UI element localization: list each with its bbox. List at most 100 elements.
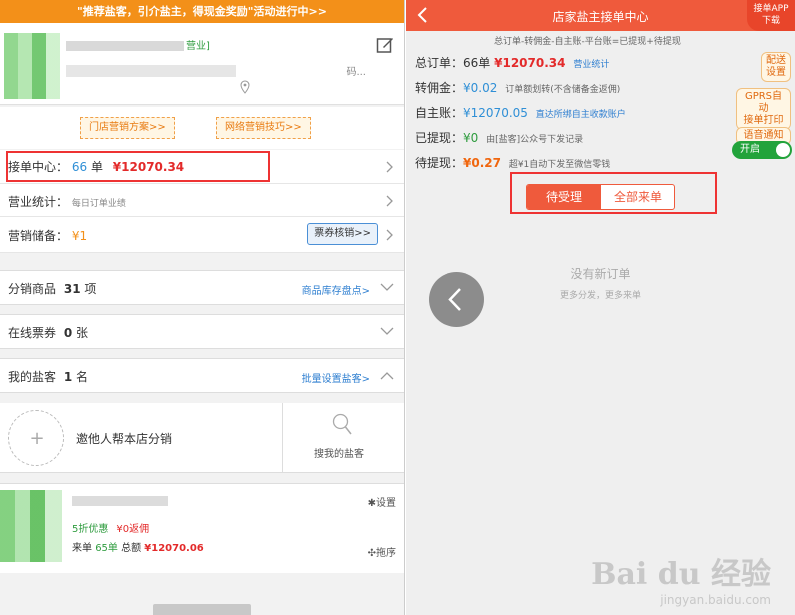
btn-line: 接单打印 [743,115,784,126]
section-label: 我的盐客 [8,370,57,384]
marketing-reserve-row[interactable]: 营销储备： ¥1 票券核销>> [0,217,404,253]
rebate-text: ¥0返佣 [116,524,150,535]
marketing-reserve-value: ¥1 [71,229,88,243]
my-customers-section[interactable]: 我的盐客 1 名 批量设置盐客> [0,358,404,393]
invite-text: 邀他人帮本店分销 [76,432,173,446]
store-address-redacted [66,65,236,77]
stat-amount: ¥12070.34 [494,56,566,70]
chevron-right-icon [386,161,393,173]
chevron-down-icon[interactable] [380,283,394,292]
toggle-label: 开启 [740,144,760,155]
stat-label: 自主账： [415,106,464,120]
edit-icon[interactable] [376,36,394,54]
stat-label: 总订单： [415,56,464,70]
chevron-right-icon [386,195,393,207]
btn-line: 设置 [766,67,786,78]
location-pin-icon [240,80,250,94]
tab-pending[interactable]: 待受理 [527,185,601,209]
coupon-redeem-button[interactable]: 票券核销>> [307,223,378,245]
stat-value: ¥0.27 [463,156,501,170]
store-name-redacted [66,41,184,51]
customer-avatar [0,490,62,562]
header-bar: 店家盐主接单中心 接单APP 下载 [406,0,795,31]
orders-value: 65单 [95,543,118,554]
stat-label: 已提现： [415,131,464,145]
discount-text: 5折优惠 [72,524,109,535]
search-customers-label[interactable]: 搜我的盐客 [314,445,364,460]
section-unit: 张 [76,326,89,340]
btn-line: GPRS自动 [744,91,783,114]
bottom-button-partial[interactable] [153,604,251,615]
business-stats-hint: 每日订单业绩 [71,199,126,209]
section-unit: 项 [84,282,97,296]
section-unit: 名 [76,370,89,384]
stat-value: ¥12070.05 [463,106,528,120]
chevron-down-icon[interactable] [380,327,394,336]
highlight-order-center [6,151,270,182]
screen: "推荐盐客，引介盐主，得现金奖励"活动进行中>> 营业] 码... 门店营销方案… [0,0,795,615]
watermark-logo: Bai du 经验 [591,557,771,592]
stat-count: 66单 [463,56,491,70]
customer-stats: 来单 65单 总额 ¥12070.06 [72,539,204,554]
online-marketing-tips-link[interactable]: 网络营销技巧>> [216,117,311,139]
store-dashboard-panel: "推荐盐客，引介盐主，得现金奖励"活动进行中>> 营业] 码... 门店营销方案… [0,0,405,615]
stat-label: 转佣金： [415,81,464,95]
app-download-line2: 下载 [761,16,780,26]
pending-withdraw-stat: 待提现：¥0.27 超¥1自动下发至微信零钱 [415,154,610,171]
search-icon[interactable] [332,413,352,435]
btn-line: 配送 [766,55,786,66]
stat-note[interactable]: 由[盐客]公众号下发记录 [486,135,583,145]
page-title: 店家盐主接单中心 [552,10,649,24]
orders-label: 来单 [72,543,92,554]
voice-notify-toggle[interactable]: 开启 [732,141,792,159]
plus-icon: + [29,428,45,449]
app-download-button[interactable]: 接单APP 下载 [747,0,795,31]
batch-set-customers-link[interactable]: 批量设置盐客> [302,370,370,385]
inventory-check-link[interactable]: 商品库存盘点> [302,282,370,297]
app-download-line1: 接单APP [753,4,789,14]
section-label: 分销商品 [8,282,57,296]
section-label: 在线票券 [8,326,57,340]
distribution-products-section[interactable]: 分销商品 31 项 商品库存盘点> [0,270,404,305]
customer-settings-link[interactable]: ✱设置 [368,494,396,509]
floating-back-button[interactable] [429,272,484,327]
commission-stat: 转佣金：¥0.02 订单额划转(不含储备金返佣) [415,79,620,96]
store-status-tag: 营业] [186,41,210,52]
stat-value: ¥0 [463,131,479,145]
total-orders-stat: 总订单：66单 ¥12070.34 营业统计 [415,54,609,71]
total-value: ¥12070.06 [144,543,204,554]
store-card[interactable]: 营业] 码... [0,23,404,105]
marketing-tips-row: 门店营销方案>> 网络营销技巧>> [0,107,404,149]
stat-note[interactable]: 直达所绑自主收款账户 [536,110,626,120]
section-value: 1 [63,370,73,384]
delivery-settings-button[interactable]: 配送 设置 [761,52,791,82]
stat-note: 订单额划转(不含储备金返佣) [505,85,621,95]
self-account-stat: 自主账：¥12070.05 直达所绑自主收款账户 [415,104,626,121]
balance-formula: 总订单-转佣金-自主账-平台账=已提现+待提现 [494,37,681,47]
stat-value: ¥0.02 [463,81,498,95]
store-address-tail: 码... [346,67,366,78]
store-marketing-plan-link[interactable]: 门店营销方案>> [80,117,175,139]
store-avatar [4,33,60,99]
tab-all-orders[interactable]: 全部来单 [601,185,674,209]
toggle-knob [776,143,790,157]
gprs-print-button[interactable]: GPRS自动 接单打印 [736,88,791,130]
online-coupons-section[interactable]: 在线票券 0 张 [0,314,404,349]
total-label: 总额 [121,543,142,554]
invite-distributor-card: + 邀他人帮本店分销 搜我的盐客 [0,403,404,473]
business-stats-row[interactable]: 营业统计： 每日订单业绩 [0,184,404,217]
customer-discount: 5折优惠 ¥0返佣 [72,520,149,535]
customer-card[interactable]: ✱设置 5折优惠 ¥0返佣 来单 65单 总额 ¥12070.06 ✣拖序 [0,483,404,573]
section-value: 0 [63,326,73,340]
add-invite-button[interactable]: + [8,410,64,466]
chevron-up-icon[interactable] [380,371,394,380]
promo-banner[interactable]: "推荐盐客，引介盐主，得现金奖励"活动进行中>> [0,0,404,23]
drag-sort-handle[interactable]: ✣拖序 [368,544,396,559]
baidu-watermark: Bai du 经验 jingyan.baidu.com [591,549,771,607]
withdrawn-stat: 已提现：¥0 由[盐客]公众号下发记录 [415,129,583,146]
customer-name-redacted [72,496,168,506]
business-stats-label: 营业统计： [8,195,69,209]
business-stats-link[interactable]: 营业统计 [573,60,609,70]
divider [282,403,283,473]
order-tabs: 待受理 全部来单 [526,184,675,210]
